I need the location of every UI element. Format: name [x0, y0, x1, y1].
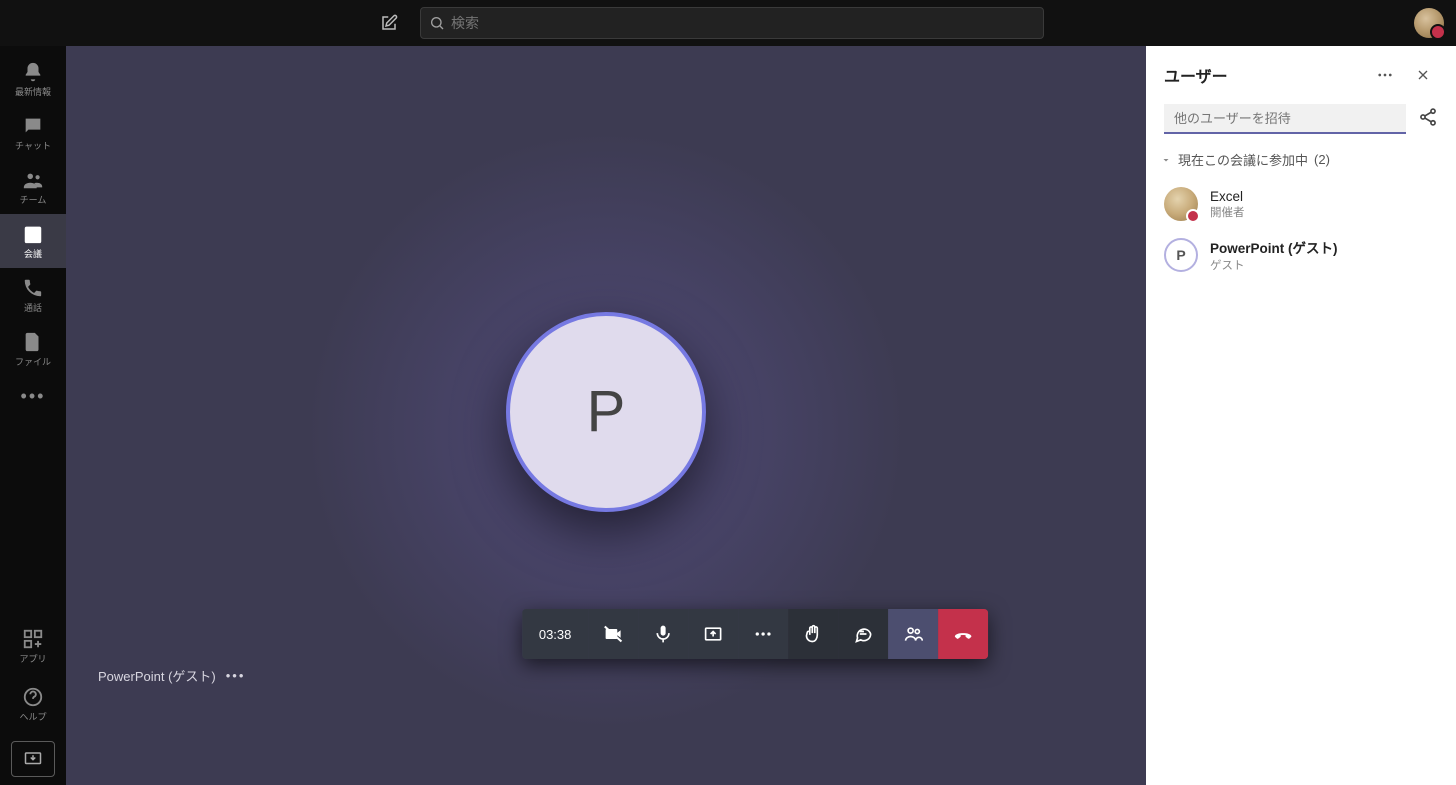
mic-icon [653, 624, 673, 644]
rail-item-meetings[interactable]: 会議 [0, 214, 66, 268]
search-icon [429, 15, 445, 31]
download-icon [24, 750, 42, 768]
rail-item-calls[interactable]: 通話 [0, 268, 66, 322]
rail-item-chat[interactable]: チャット [0, 106, 66, 160]
share-invite-button[interactable] [1418, 107, 1438, 132]
phone-icon [22, 277, 44, 299]
panel-header: ユーザー [1146, 46, 1456, 104]
share-tray-icon [703, 624, 723, 644]
rail-label: アプリ [19, 652, 46, 665]
rail-label: ヘルプ [19, 710, 46, 723]
rail-more-button[interactable]: ••• [21, 376, 46, 416]
people-panel: ユーザー 現在この会議に参加中 (2) Excel 開催者 P PowerPoi [1146, 46, 1456, 785]
section-header-in-meeting[interactable]: 現在この会議に参加中 (2) [1146, 144, 1456, 175]
close-icon [1415, 67, 1431, 83]
meeting-stage: P PowerPoint (ゲスト) ••• 03:38 [66, 46, 1146, 785]
share-screen-button[interactable] [688, 609, 738, 659]
participant-row[interactable]: Excel 開催者 [1158, 179, 1444, 229]
rail-item-files[interactable]: ファイル [0, 322, 66, 376]
rail-download-button[interactable] [11, 741, 55, 777]
people-icon [22, 169, 44, 191]
chat-icon [22, 115, 44, 137]
participant-list: Excel 開催者 P PowerPoint (ゲスト) ゲスト [1146, 175, 1456, 285]
participant-name: Excel [1210, 189, 1245, 204]
panel-title: ユーザー [1164, 63, 1362, 87]
participant-avatar: P [1164, 238, 1198, 272]
rail-label: チーム [20, 193, 47, 206]
search-box[interactable] [420, 7, 1044, 39]
rail-label: チャット [15, 139, 51, 152]
participant-role: 開催者 [1210, 204, 1245, 220]
participant-avatar-large: P [506, 312, 706, 512]
hangup-icon [953, 624, 973, 644]
ellipsis-icon [1376, 66, 1394, 84]
camera-toggle-button[interactable] [588, 609, 638, 659]
meeting-toolbar: 03:38 [522, 609, 988, 659]
speaker-name-label: PowerPoint (ゲスト) ••• [98, 666, 245, 685]
participant-role: ゲスト [1210, 257, 1338, 273]
title-bar [0, 0, 1456, 46]
rail-label: 通話 [24, 301, 42, 314]
participants-icon [903, 624, 923, 644]
rail-item-teams[interactable]: チーム [0, 160, 66, 214]
left-nav-rail: 最新情報 チャット チーム 会議 通話 ファイル ••• アプリ ヘルプ [0, 46, 66, 785]
rail-item-apps[interactable]: アプリ [0, 619, 66, 673]
share-icon [1418, 107, 1438, 127]
rail-item-help[interactable]: ヘルプ [0, 677, 66, 731]
mic-toggle-button[interactable] [638, 609, 688, 659]
invite-row [1146, 104, 1456, 144]
speaker-more-icon[interactable]: ••• [226, 668, 246, 683]
participant-row[interactable]: P PowerPoint (ゲスト) ゲスト [1158, 229, 1444, 281]
rail-label: ファイル [15, 355, 51, 368]
rail-item-activity[interactable]: 最新情報 [0, 52, 66, 106]
speaker-name-text: PowerPoint (ゲスト) [98, 666, 216, 685]
participant-avatar [1164, 187, 1198, 221]
participant-name: PowerPoint (ゲスト) [1210, 237, 1338, 257]
profile-avatar[interactable] [1414, 8, 1444, 38]
panel-more-button[interactable] [1370, 60, 1400, 90]
help-icon [22, 686, 44, 708]
raise-hand-button[interactable] [788, 609, 838, 659]
rail-label: 最新情報 [15, 85, 51, 98]
chat-bubble-icon [853, 624, 873, 644]
hand-icon [803, 624, 823, 644]
compose-button[interactable] [372, 6, 406, 40]
ellipsis-icon [753, 624, 773, 644]
section-count: (2) [1314, 152, 1330, 167]
section-label: 現在この会議に参加中 [1178, 150, 1308, 169]
rail-label: 会議 [24, 247, 42, 260]
apps-icon [22, 628, 44, 650]
calendar-icon [22, 223, 44, 245]
avatar-initial: P [587, 378, 626, 445]
search-input[interactable] [451, 15, 1035, 31]
call-timer: 03:38 [522, 609, 588, 659]
people-button[interactable] [888, 609, 938, 659]
chevron-down-icon [1160, 154, 1172, 166]
more-actions-button[interactable] [738, 609, 788, 659]
hangup-button[interactable] [938, 609, 988, 659]
panel-close-button[interactable] [1408, 60, 1438, 90]
camera-off-icon [603, 624, 623, 644]
chat-button[interactable] [838, 609, 888, 659]
invite-input[interactable] [1164, 104, 1406, 134]
file-icon [22, 331, 44, 353]
bell-icon [22, 61, 44, 83]
